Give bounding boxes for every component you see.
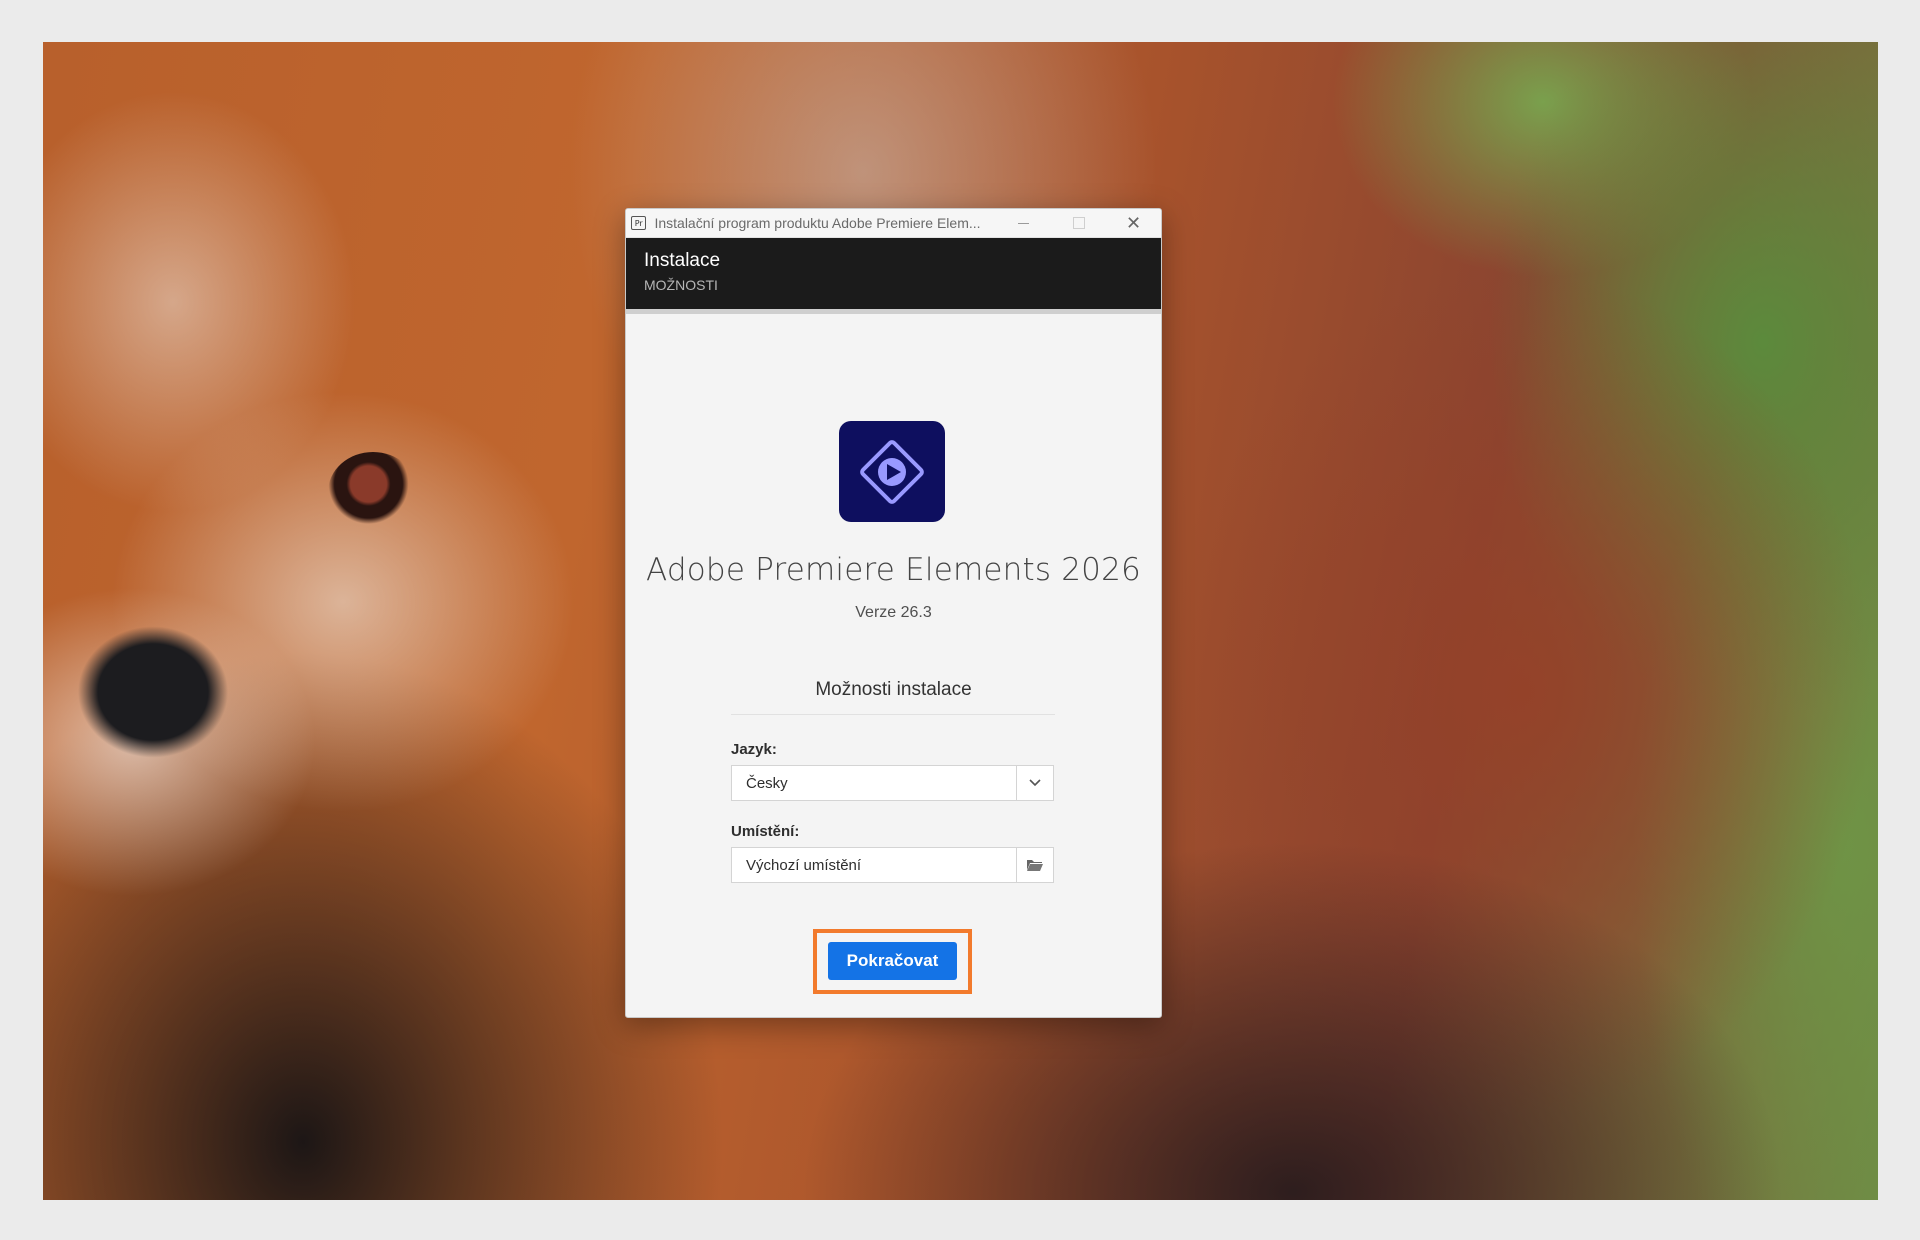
options-divider bbox=[731, 714, 1055, 715]
wallpaper-panda-eye bbox=[328, 452, 418, 532]
wallpaper-panda-nose bbox=[73, 622, 233, 762]
chevron-down-icon[interactable] bbox=[1016, 766, 1053, 800]
header-subtitle: MOŽNOSTI bbox=[644, 277, 718, 293]
header-title: Instalace bbox=[644, 250, 721, 271]
maximize-button[interactable] bbox=[1051, 209, 1106, 237]
window-titlebar[interactable]: Pr Instalační program produktu Adobe Pre… bbox=[626, 209, 1161, 238]
installer-window: Pr Instalační program produktu Adobe Pre… bbox=[625, 208, 1162, 1018]
close-button[interactable]: ✕ bbox=[1106, 209, 1161, 237]
language-select[interactable]: Česky bbox=[731, 765, 1054, 801]
location-field-value: Výchozí umístění bbox=[746, 856, 862, 874]
window-controls: ✕ bbox=[996, 209, 1161, 237]
continue-button[interactable]: Pokračovat bbox=[828, 942, 957, 980]
installer-content: Adobe Premiere Elements 2026 Verze 26.3 … bbox=[626, 314, 1161, 1017]
installer-header: Instalace MOŽNOSTI bbox=[626, 238, 1161, 309]
premiere-elements-play-icon bbox=[839, 421, 945, 522]
location-field[interactable]: Výchozí umístění bbox=[731, 847, 1054, 883]
language-select-value: Česky bbox=[746, 774, 788, 792]
minimize-button[interactable] bbox=[996, 209, 1051, 237]
language-label: Jazyk: bbox=[731, 741, 777, 758]
app-mini-icon: Pr bbox=[631, 216, 647, 230]
window-title: Instalační program produktu Adobe Premie… bbox=[654, 215, 981, 231]
product-version: Verze 26.3 bbox=[855, 604, 932, 621]
folder-icon[interactable] bbox=[1016, 848, 1053, 882]
location-label: Umístění: bbox=[731, 823, 800, 840]
product-name: Adobe Premiere Elements 2026 bbox=[646, 552, 1141, 588]
options-title: Možnosti instalace bbox=[815, 679, 972, 700]
